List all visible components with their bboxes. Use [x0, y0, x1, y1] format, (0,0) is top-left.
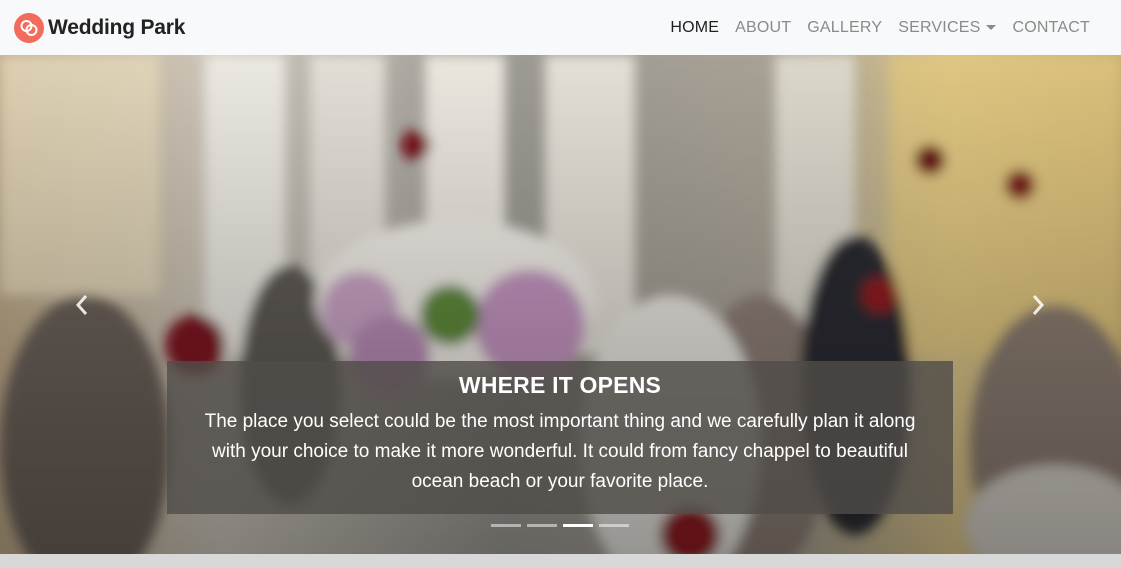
carousel-prev-button[interactable]	[62, 285, 102, 325]
nav-services[interactable]: SERVICES	[890, 19, 1004, 37]
nav-contact[interactable]: CONTACT	[1004, 19, 1098, 37]
caption-title: WHERE IT OPENS	[458, 372, 662, 398]
chevron-left-icon	[75, 295, 88, 315]
nav-gallery[interactable]: GALLERY	[799, 19, 890, 37]
carousel-caption: WHERE IT OPENS The place you select coul…	[167, 361, 953, 514]
carousel-next-button[interactable]	[1018, 285, 1058, 325]
carousel-indicator-4[interactable]	[599, 524, 629, 527]
nav-services-label: SERVICES	[898, 18, 981, 36]
top-navbar: Wedding Park HOME ABOUT GALLERY SERVICES…	[0, 0, 1121, 55]
nav-about[interactable]: ABOUT	[727, 19, 799, 37]
carousel-indicator-1[interactable]	[491, 524, 521, 527]
nav-home[interactable]: HOME	[662, 19, 727, 37]
page-bottom-strip	[0, 554, 1121, 568]
chevron-right-icon	[1032, 295, 1045, 315]
carousel-indicator-3[interactable]	[563, 524, 593, 527]
main-nav: HOME ABOUT GALLERY SERVICES CONTACT	[662, 19, 1098, 37]
carousel-indicator-2[interactable]	[527, 524, 557, 527]
brand-link[interactable]: Wedding Park	[14, 12, 186, 43]
caption-text: The place you select could be the most i…	[204, 411, 916, 492]
carousel-indicators	[491, 524, 629, 527]
caret-down-icon	[986, 25, 997, 30]
interlocking-rings-icon	[14, 12, 44, 43]
hero-carousel: WHERE IT OPENS The place you select coul…	[0, 55, 1121, 554]
brand-name: Wedding Park	[48, 15, 186, 39]
